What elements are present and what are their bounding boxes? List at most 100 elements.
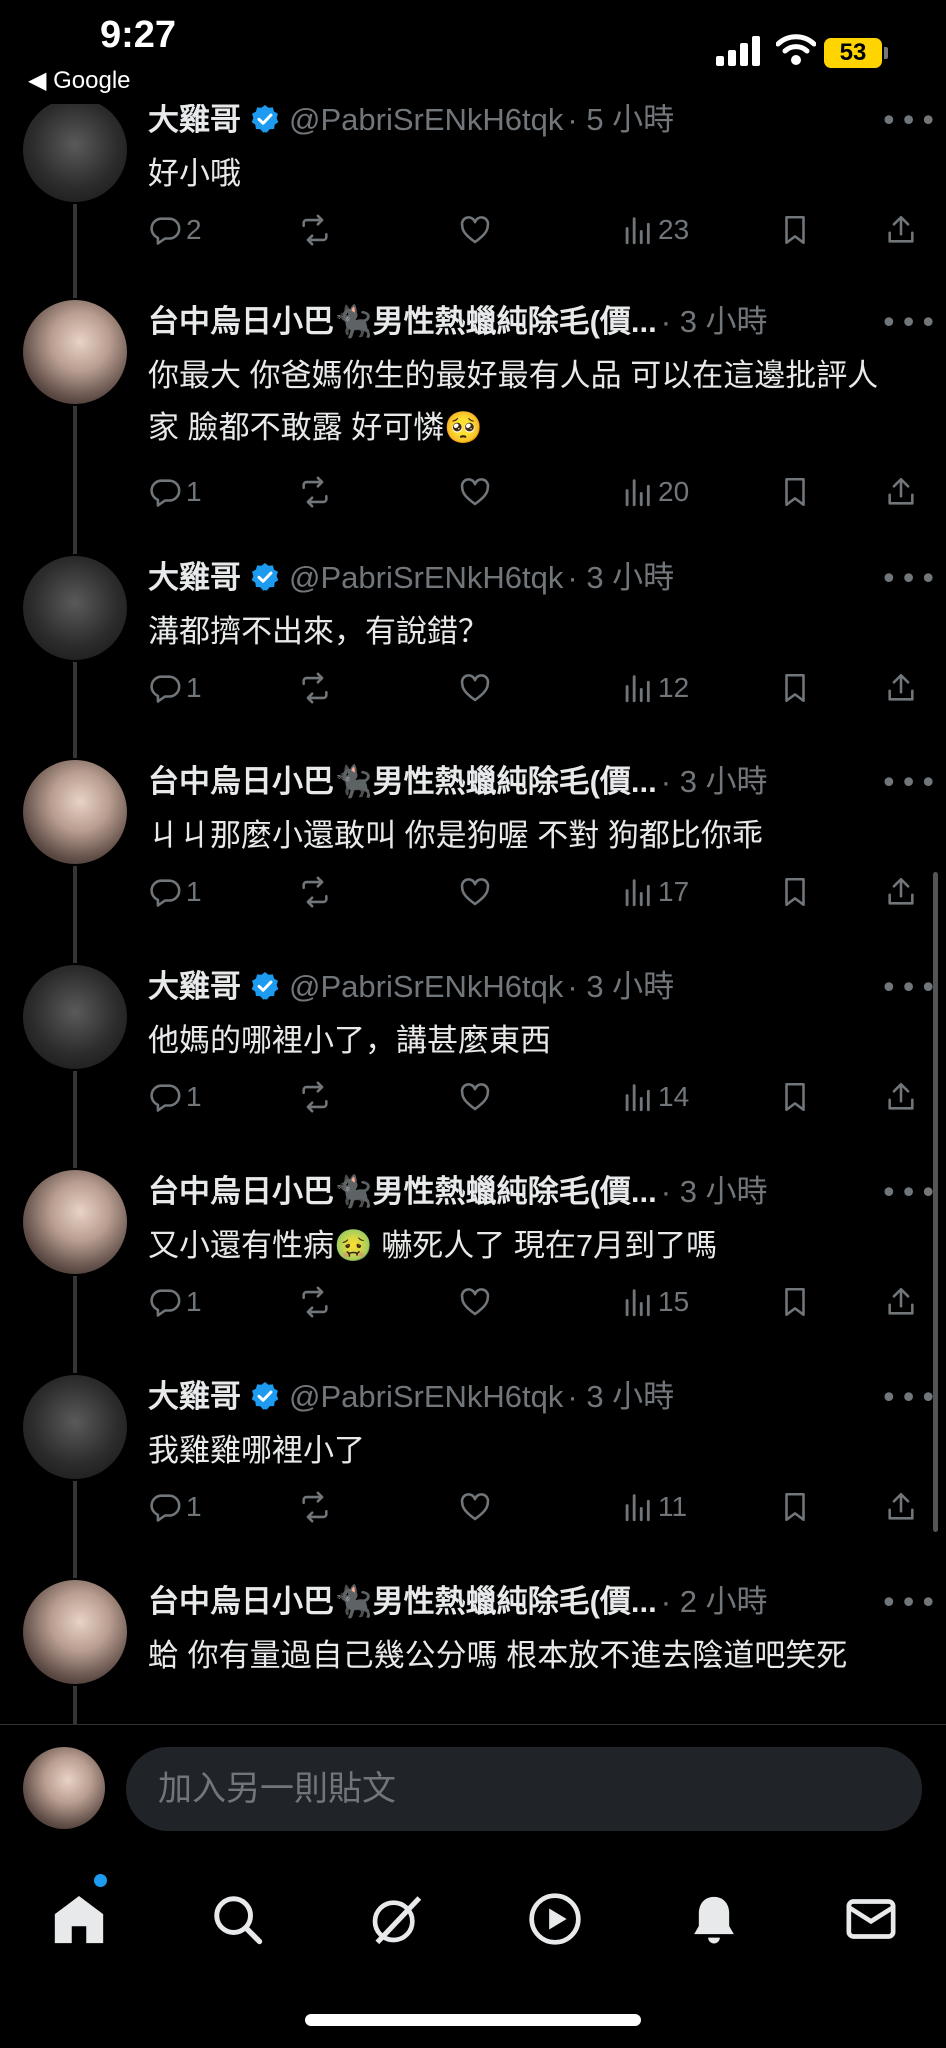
bookmark-button[interactable] (778, 870, 812, 914)
author-avatar[interactable] (23, 300, 127, 404)
author-avatar[interactable] (23, 760, 127, 864)
like-button[interactable] (458, 1280, 492, 1324)
reply-button[interactable]: 1 (148, 1075, 202, 1119)
tab-search[interactable] (202, 1884, 272, 1954)
views-button[interactable]: 15 (620, 1280, 689, 1324)
views-button[interactable]: 11 (620, 1485, 687, 1529)
post-timestamp[interactable]: · 3 小時 (567, 1379, 674, 1414)
author-name[interactable]: 大雞哥 (148, 1379, 241, 1414)
views-button[interactable]: 20 (620, 470, 689, 514)
author-name[interactable]: 大雞哥 (148, 102, 241, 137)
author-handle[interactable]: @PabriSrENkH6tqk (289, 969, 563, 1004)
reply-post[interactable]: 大雞哥 @PabriSrENkH6tqk · 5 小時 ••• 好小哦 2 23 (0, 98, 946, 298)
repost-button[interactable] (298, 1485, 332, 1529)
bookmark-button[interactable] (778, 1485, 812, 1529)
bookmark-button[interactable] (778, 470, 812, 514)
post-timestamp[interactable]: · 3 小時 (567, 969, 674, 1004)
reply-button[interactable]: 1 (148, 1485, 202, 1529)
author-avatar[interactable] (23, 556, 127, 660)
like-button[interactable] (458, 1075, 492, 1119)
views-button[interactable]: 14 (620, 1075, 689, 1119)
share-button[interactable] (884, 208, 918, 252)
reply-post[interactable]: 大雞哥 @PabriSrENkH6tqk · 3 小時 ••• 溝都擠不出來，有說錯？ 1… (0, 556, 946, 756)
author-name[interactable]: 大雞哥 (148, 560, 241, 595)
more-options-icon[interactable]: ••• (880, 1586, 939, 1621)
author-handle[interactable]: @PabriSrENkH6tqk (289, 1379, 563, 1414)
author-name[interactable]: 台中烏日小巴🐈‍⬛男性熱蠟純除毛(價... (148, 1174, 657, 1209)
share-button[interactable] (884, 1075, 918, 1119)
author-avatar[interactable] (23, 98, 127, 202)
post-timestamp[interactable]: · 3 小時 (661, 764, 768, 799)
author-handle[interactable]: @PabriSrENkH6tqk (289, 102, 563, 137)
reply-icon (150, 1084, 181, 1112)
like-button[interactable] (458, 666, 492, 710)
add-post-input[interactable]: 加入另一則貼文 (126, 1747, 922, 1831)
author-handle[interactable]: @PabriSrENkH6tqk (289, 560, 563, 595)
more-options-icon[interactable]: ••• (880, 766, 939, 801)
repost-button[interactable] (298, 666, 332, 710)
tab-notifications[interactable] (679, 1884, 749, 1954)
author-name[interactable]: 台中烏日小巴🐈‍⬛男性熱蠟純除毛(價... (148, 304, 657, 339)
views-button[interactable]: 23 (620, 208, 689, 252)
share-button[interactable] (884, 470, 918, 514)
bookmark-button[interactable] (778, 208, 812, 252)
repost-button[interactable] (298, 208, 332, 252)
share-button[interactable] (884, 666, 918, 710)
like-button[interactable] (458, 470, 492, 514)
reply-button[interactable]: 1 (148, 666, 202, 710)
repost-button[interactable] (298, 870, 332, 914)
like-button[interactable] (458, 1485, 492, 1529)
reply-button[interactable]: 1 (148, 870, 202, 914)
repost-button[interactable] (298, 470, 332, 514)
author-name[interactable]: 大雞哥 (148, 969, 241, 1004)
author-avatar[interactable] (23, 965, 127, 1069)
share-button[interactable] (884, 1280, 918, 1324)
more-options-icon[interactable]: ••• (880, 562, 939, 597)
tab-messages[interactable] (836, 1884, 906, 1954)
reply-post[interactable]: 大雞哥 @PabriSrENkH6tqk · 3 小時 ••• 他媽的哪裡小了，講甚麼東… (0, 965, 946, 1165)
tab-home[interactable] (44, 1884, 114, 1954)
home-indicator[interactable] (305, 2014, 641, 2026)
share-button[interactable] (884, 1485, 918, 1529)
my-avatar[interactable] (23, 1747, 105, 1829)
reply-button[interactable]: 2 (148, 208, 202, 252)
tab-video[interactable] (520, 1884, 590, 1954)
reply-post[interactable]: 台中烏日小巴🐈‍⬛男性熱蠟純除毛(價... · 3 小時 ••• ㄐㄐ那麼小還敢叫 你… (0, 760, 946, 960)
repost-button[interactable] (298, 1075, 332, 1119)
tab-grok[interactable] (361, 1884, 431, 1954)
share-button[interactable] (884, 870, 918, 914)
post-timestamp[interactable]: · 3 小時 (567, 560, 674, 595)
more-options-icon[interactable]: ••• (880, 104, 939, 139)
more-options-icon[interactable]: ••• (880, 971, 939, 1006)
verified-badge-icon (251, 1382, 279, 1410)
author-avatar[interactable] (23, 1580, 127, 1684)
views-icon (625, 217, 650, 245)
reply-post[interactable]: 大雞哥 @PabriSrENkH6tqk · 3 小時 ••• 我雞雞哪裡小了 1 11 (0, 1375, 946, 1575)
bookmark-button[interactable] (778, 666, 812, 710)
more-options-icon[interactable]: ••• (880, 1176, 939, 1211)
back-to-google-link[interactable]: ◀ Google (28, 66, 131, 95)
like-button[interactable] (458, 208, 492, 252)
post-timestamp[interactable]: · 2 小時 (661, 1584, 768, 1619)
author-avatar[interactable] (23, 1375, 127, 1479)
post-timestamp[interactable]: · 3 小時 (661, 304, 768, 339)
reply-post[interactable]: 台中烏日小巴🐈‍⬛男性熱蠟純除毛(價... · 2 小時 ••• 蛤 你有量過自己幾公… (0, 1580, 946, 1724)
repost-button[interactable] (298, 1280, 332, 1324)
author-name[interactable]: 台中烏日小巴🐈‍⬛男性熱蠟純除毛(價... (148, 1584, 657, 1619)
post-timestamp[interactable]: · 5 小時 (567, 102, 674, 137)
views-button[interactable]: 17 (620, 870, 689, 914)
more-options-icon[interactable]: ••• (880, 1381, 939, 1416)
views-button[interactable]: 12 (620, 666, 689, 710)
more-options-icon[interactable]: ••• (880, 306, 939, 341)
reply-button[interactable]: 1 (148, 1280, 202, 1324)
like-button[interactable] (458, 870, 492, 914)
scrollbar[interactable] (933, 872, 938, 1532)
author-avatar[interactable] (23, 1170, 127, 1274)
bookmark-button[interactable] (778, 1075, 812, 1119)
bookmark-button[interactable] (778, 1280, 812, 1324)
post-timestamp[interactable]: · 3 小時 (661, 1174, 768, 1209)
author-name[interactable]: 台中烏日小巴🐈‍⬛男性熱蠟純除毛(價... (148, 764, 657, 799)
reply-post[interactable]: 台中烏日小巴🐈‍⬛男性熱蠟純除毛(價... · 3 小時 ••• 你最大 你爸媽你生的… (0, 300, 946, 508)
reply-post[interactable]: 台中烏日小巴🐈‍⬛男性熱蠟純除毛(價... · 3 小時 ••• 又小還有性病🤢 嚇死… (0, 1170, 946, 1370)
reply-button[interactable]: 1 (148, 470, 202, 514)
